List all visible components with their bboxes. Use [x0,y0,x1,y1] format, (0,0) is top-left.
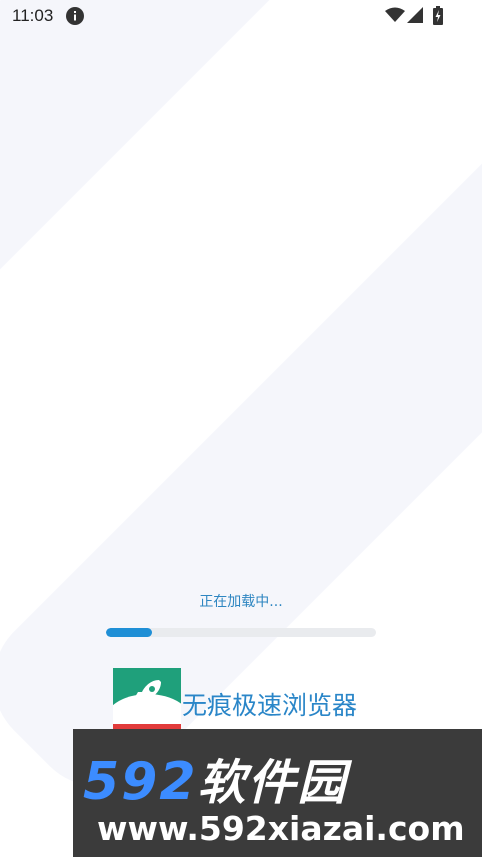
app-name: 无痕极速浏览器 [182,691,358,720]
app-logo [113,668,181,736]
info-icon [66,7,84,25]
signal-icon [407,7,423,23]
watermark-url: www.592xiazai.com [97,809,465,848]
loading-progress-bar [106,628,376,637]
watermark-brand-text: 软件园 [197,755,348,811]
loading-text: 正在加载中... [199,594,283,610]
status-bar: 11:03 [0,0,482,32]
rocket-icon [135,680,161,706]
battery-charging-icon [433,6,443,25]
watermark-banner: 592软件园 www.592xiazai.com [73,729,482,857]
progress-fill [106,628,152,637]
wifi-icon [385,7,405,22]
status-time: 11:03 [12,6,54,25]
watermark-brand: 592软件园 [83,743,348,813]
watermark-brand-number: 592 [83,752,198,812]
